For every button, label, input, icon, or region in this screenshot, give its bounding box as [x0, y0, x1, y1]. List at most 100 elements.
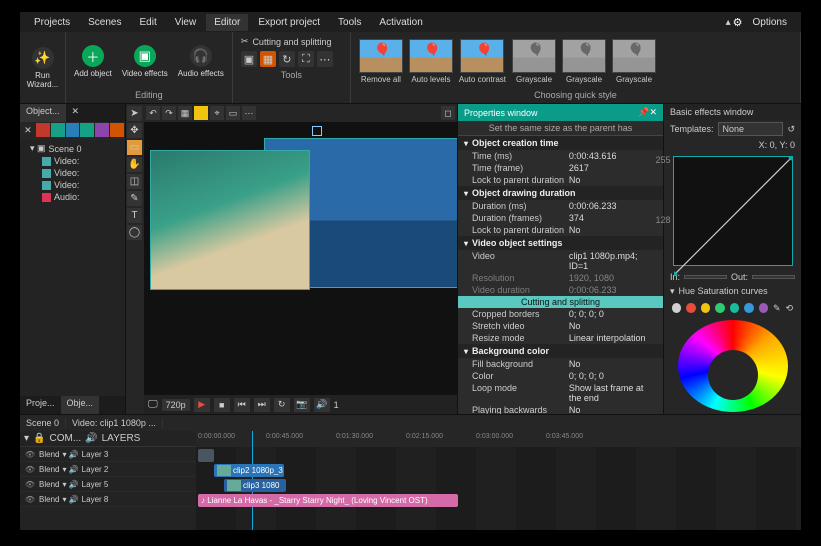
canvas-snap-icon[interactable]: ⌖: [210, 106, 224, 120]
obj-close-icon[interactable]: ✕: [21, 123, 35, 137]
next-frame-icon[interactable]: ⏭: [254, 398, 270, 412]
eye-icon[interactable]: 👁: [24, 495, 36, 504]
style-remove-all[interactable]: Remove all: [359, 39, 403, 84]
v-color[interactable]: 0; 0; 0; 0: [569, 371, 657, 381]
v-video[interactable]: clip1 1080p.mp4; ID=1: [569, 251, 657, 271]
in-field[interactable]: [684, 275, 727, 279]
volume-icon[interactable]: 🔊: [314, 398, 330, 412]
style-auto-levels[interactable]: Auto levels: [409, 39, 453, 84]
loop-icon[interactable]: ↻: [274, 398, 290, 412]
menu-projects[interactable]: Projects: [26, 14, 78, 31]
v-time-fr[interactable]: 2617: [569, 163, 657, 173]
clip-strip-1[interactable]: clip2 1080p_3: [214, 464, 284, 477]
dot-cyan[interactable]: [730, 303, 739, 313]
gear-icon[interactable]: ⚙: [733, 16, 743, 29]
objects-tab-close-icon[interactable]: ✕: [66, 104, 86, 122]
add-object-button[interactable]: ＋Add object: [70, 43, 116, 80]
curve-editor[interactable]: 255 128: [673, 156, 793, 266]
obj-tool-1[interactable]: [36, 123, 50, 137]
reset-icon[interactable]: ↺: [787, 124, 795, 135]
audio-effects-button[interactable]: 🎧Audio effects: [174, 43, 228, 80]
select-icon[interactable]: ▭: [127, 140, 142, 155]
eye-icon[interactable]: 👁: [24, 465, 36, 474]
section-drawing-duration[interactable]: Object drawing duration: [458, 186, 663, 200]
video-effects-button[interactable]: ▣Video effects: [118, 43, 172, 80]
hand-icon[interactable]: ✋: [127, 157, 142, 172]
dot-yellow[interactable]: [701, 303, 710, 313]
hue-sat-label[interactable]: Hue Saturation curves: [679, 286, 768, 296]
menu-scenes[interactable]: Scenes: [80, 14, 129, 31]
menu-edit[interactable]: Edit: [131, 14, 164, 31]
track-header-3[interactable]: 👁Blend▾ 🔊Layer 5: [20, 477, 196, 492]
menu-view[interactable]: View: [167, 14, 205, 31]
canvas-undo-icon[interactable]: ↶: [146, 106, 160, 120]
menu-activation[interactable]: Activation: [371, 14, 430, 31]
obj-tool-6[interactable]: [110, 123, 124, 137]
canvas-redo-icon[interactable]: ↷: [162, 106, 176, 120]
play-icon[interactable]: ▶: [194, 398, 210, 412]
v-time-ms[interactable]: 0:00:43.616: [569, 151, 657, 161]
out-field[interactable]: [752, 275, 795, 279]
properties-hint[interactable]: Set the same size as the parent has: [458, 121, 663, 136]
run-wizard-button[interactable]: ✨Run Wizard...: [24, 45, 61, 91]
clip-strip-0[interactable]: [198, 449, 214, 462]
track-header-2[interactable]: 👁Blend▾ 🔊Layer 2: [20, 462, 196, 477]
bottom-tab-project[interactable]: Proje...: [20, 396, 61, 414]
color-wheel[interactable]: [678, 320, 788, 412]
snapshot-icon[interactable]: 📷: [294, 398, 310, 412]
v-lock2[interactable]: No: [569, 225, 657, 235]
section-video-settings[interactable]: Video object settings: [458, 236, 663, 250]
track-header-1[interactable]: 👁Blend▾ 🔊Layer 3: [20, 447, 196, 462]
v-fill[interactable]: No: [569, 359, 657, 369]
collapse-icon[interactable]: ▾: [24, 433, 29, 444]
lock-icon[interactable]: 🔒: [33, 433, 45, 444]
reset-hue-icon[interactable]: ⟲: [786, 303, 794, 314]
tool-crop-icon[interactable]: ▦: [260, 51, 276, 67]
v-crop[interactable]: 0; 0; 0; 0: [569, 309, 657, 319]
tool-size-icon[interactable]: ⛶: [298, 51, 314, 67]
crop-icon[interactable]: ◫: [127, 174, 142, 189]
bottom-tab-objects[interactable]: Obje...: [61, 396, 100, 414]
canvas-frame-icon[interactable]: ◻: [441, 106, 455, 120]
preview-canvas[interactable]: [144, 122, 457, 394]
prev-frame-icon[interactable]: ⏮: [234, 398, 250, 412]
style-grayscale-1[interactable]: Grayscale: [512, 39, 556, 84]
dot-red[interactable]: [686, 303, 695, 313]
eye-icon[interactable]: 👁: [24, 480, 36, 489]
preview-clip-1[interactable]: [150, 150, 310, 290]
dot-blue[interactable]: [744, 303, 753, 313]
canvas-grid-icon[interactable]: ▦: [178, 106, 192, 120]
options-button[interactable]: Options: [745, 14, 795, 31]
shape-icon[interactable]: ◯: [127, 225, 142, 240]
band-cutting[interactable]: Cutting and splitting: [458, 296, 663, 308]
menu-editor[interactable]: Editor: [206, 14, 248, 31]
pointer-icon[interactable]: ➤: [127, 106, 142, 121]
templates-dropdown[interactable]: None: [718, 122, 784, 136]
dot-white[interactable]: [672, 303, 681, 313]
v-loop[interactable]: Show last frame at the end: [569, 383, 657, 403]
obj-tool-3[interactable]: [66, 123, 80, 137]
pin-icon[interactable]: 📌: [638, 107, 649, 118]
style-auto-contrast[interactable]: Auto contrast: [459, 39, 506, 84]
v-resize[interactable]: Linear interpolation: [569, 333, 657, 343]
v-lock1[interactable]: No: [569, 175, 657, 185]
text-icon[interactable]: T: [127, 208, 142, 223]
origin-handle[interactable]: [312, 126, 322, 136]
tool-trim-icon[interactable]: ▣: [241, 51, 257, 67]
menu-tools[interactable]: Tools: [330, 14, 369, 31]
brush-icon[interactable]: ✎: [127, 191, 142, 206]
timeline-tracks[interactable]: 0:00:00.000 0:00:45.000 0:01:30.000 0:02…: [196, 431, 801, 530]
canvas-more-icon[interactable]: ⋯: [242, 106, 256, 120]
timeline-clip-label[interactable]: Video: clip1 1080p ...: [66, 418, 163, 428]
close-icon[interactable]: ✕: [649, 107, 657, 118]
tool-more-icon[interactable]: ⋯: [317, 51, 333, 67]
canvas-marker-icon[interactable]: [194, 106, 208, 120]
eyedropper-icon[interactable]: ✎: [773, 303, 781, 314]
v-dur-ms[interactable]: 0:00:06.233: [569, 201, 657, 211]
menu-export[interactable]: Export project: [250, 14, 328, 31]
obj-tool-5[interactable]: [95, 123, 109, 137]
move-icon[interactable]: ✥: [127, 123, 142, 138]
expand-icon[interactable]: ▴: [726, 17, 731, 28]
dot-green[interactable]: [715, 303, 724, 313]
timeline-scene-label[interactable]: Scene 0: [20, 418, 66, 428]
